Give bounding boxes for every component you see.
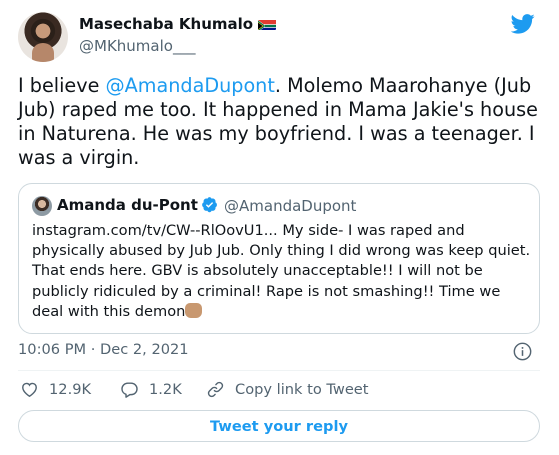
reply-button[interactable]: 1.2K [120, 378, 182, 400]
copy-link-button[interactable]: Copy link to Tweet [206, 378, 369, 400]
like-count: 12.9K [49, 380, 92, 398]
mention-link[interactable]: @AmandaDupont [105, 74, 274, 97]
raised-fist-icon [185, 302, 203, 318]
quoted-tweet-body: instagram.com/tv/CW--RlOovU1... My side-… [32, 222, 531, 320]
info-icon[interactable] [513, 342, 532, 361]
verified-badge-icon [202, 197, 217, 213]
reply-count: 1.2K [149, 380, 182, 398]
tweet-text: I believe @AmandaDupont. Molemo Maarohan… [18, 74, 548, 170]
south-africa-flag-icon [258, 18, 277, 30]
tweet-text-start: I believe [18, 74, 106, 97]
tweet-timestamp[interactable]: 10:06 PM · Dec 2, 2021 [18, 341, 189, 358]
heart-icon [22, 382, 37, 397]
twitter-bird-icon[interactable] [511, 14, 535, 34]
copy-link-label: Copy link to Tweet [235, 380, 369, 398]
quoted-author-name: Amanda du-Pont [57, 196, 218, 214]
tweet-your-reply-button[interactable]: Tweet your reply [18, 410, 540, 442]
author-avatar[interactable] [18, 12, 68, 62]
quoted-tweet[interactable]: Amanda du-Pont @AmandaDupont instagram.c… [18, 183, 540, 334]
divider [18, 370, 540, 371]
quoted-author-avatar [32, 196, 52, 216]
author-name-text: Masechaba Khumalo [79, 15, 254, 33]
author-display-name[interactable]: Masechaba Khumalo [79, 15, 277, 33]
reply-bubble-icon [121, 381, 138, 398]
quoted-tweet-text: instagram.com/tv/CW--RlOovU1... My side-… [32, 221, 532, 322]
quoted-author-name-text: Amanda du-Pont [57, 196, 198, 214]
link-icon [207, 381, 224, 397]
author-handle[interactable]: @MKhumalo___ [79, 37, 195, 55]
tweet-card: Masechaba Khumalo @MKhumalo___ I believe… [0, 0, 559, 455]
quoted-author-handle: @AmandaDupont [224, 197, 357, 215]
like-button[interactable]: 12.9K [20, 378, 91, 400]
